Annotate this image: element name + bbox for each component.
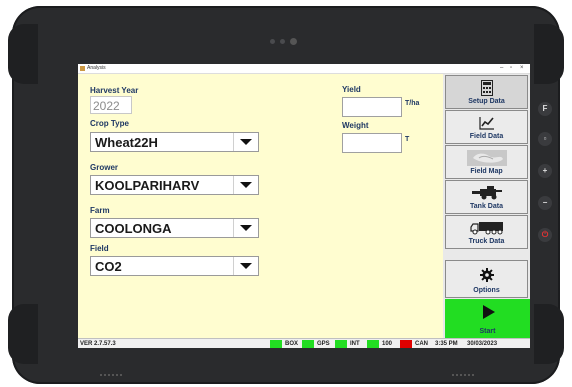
- options-label: Options: [473, 287, 500, 294]
- crop-type-dropdown[interactable]: Wheat22H: [90, 132, 259, 152]
- setup-data-button[interactable]: Setup Data: [445, 75, 528, 109]
- int-indicator: [335, 340, 347, 348]
- sensor-dot: [280, 39, 285, 44]
- app-icon: [80, 66, 85, 71]
- field-dropdown[interactable]: CO2: [90, 256, 259, 276]
- start-label: Start: [479, 328, 496, 335]
- truck-data-button[interactable]: Truck Data: [445, 215, 528, 249]
- grip-dots: [452, 374, 476, 376]
- weight-field[interactable]: [342, 133, 402, 153]
- start-button[interactable]: Start: [445, 299, 530, 338]
- harvest-year-label: Harvest Year: [90, 86, 139, 95]
- hardware-key[interactable]: ▫: [538, 132, 552, 146]
- int-label: INT: [350, 341, 360, 347]
- can-label: CAN: [415, 341, 428, 347]
- field-data-button[interactable]: Field Data: [445, 110, 528, 144]
- field-value: CO2: [95, 259, 122, 274]
- grower-label: Grower: [90, 163, 119, 172]
- tank-data-button[interactable]: Tank Data: [445, 180, 528, 214]
- truck-icon: [446, 219, 527, 237]
- box-indicator: [270, 340, 282, 348]
- minimize-button[interactable]: –: [500, 64, 503, 73]
- corner-bumper: [8, 304, 38, 364]
- gear-icon: [446, 266, 527, 284]
- gps-label: GPS: [317, 341, 330, 347]
- play-icon: [483, 305, 495, 319]
- farm-dropdown[interactable]: COOLONGA: [90, 218, 259, 238]
- title-bar: Analysis – ▫ ×: [78, 64, 530, 74]
- can-indicator: [400, 340, 412, 348]
- volume-down-key[interactable]: −: [538, 196, 552, 210]
- yield-label: Yield: [342, 85, 361, 94]
- close-button[interactable]: ×: [520, 64, 524, 73]
- date-text: 30/03/2023: [467, 341, 498, 347]
- version-text: VER 2.7.57.3: [80, 341, 116, 347]
- harvest-year-field[interactable]: 2022: [90, 96, 132, 114]
- box-label: BOX: [285, 341, 299, 347]
- calculator-icon: [446, 79, 527, 97]
- tank-data-label: Tank Data: [470, 203, 503, 210]
- time-text: 3:35 PM: [435, 341, 458, 347]
- map-icon: [446, 149, 527, 167]
- weight-unit: T: [405, 136, 410, 143]
- field-map-button[interactable]: Field Map: [445, 145, 528, 179]
- chevron-down-icon[interactable]: [233, 257, 258, 275]
- weight-label: Weight: [342, 121, 369, 130]
- power-key[interactable]: ⏻: [538, 228, 552, 242]
- grip-dots: [100, 374, 124, 376]
- chevron-down-icon[interactable]: [233, 219, 258, 237]
- gps-indicator: [302, 340, 314, 348]
- corner-bumper: [8, 24, 38, 84]
- setup-data-label: Setup Data: [468, 98, 505, 105]
- window-title: Analysis: [87, 65, 106, 71]
- chevron-down-icon[interactable]: [233, 176, 258, 194]
- sensor-dot: [270, 39, 275, 44]
- chevron-down-icon[interactable]: [233, 133, 258, 151]
- grower-value: KOOLPARIHARV: [95, 178, 200, 193]
- chart-icon: [446, 114, 527, 132]
- status-bar: VER 2.7.57.3 BOX GPS INT 100 CAN 3:35 PM…: [78, 338, 530, 348]
- options-button[interactable]: Options: [445, 260, 528, 298]
- yield-unit: T/ha: [405, 100, 420, 107]
- yield-field[interactable]: [342, 97, 402, 117]
- f-key[interactable]: F: [538, 102, 552, 116]
- crop-type-label: Crop Type: [90, 119, 129, 128]
- corner-bumper: [534, 304, 564, 364]
- farm-label: Farm: [90, 206, 110, 215]
- grower-dropdown[interactable]: KOOLPARIHARV: [90, 175, 259, 195]
- num-label: 100: [382, 341, 393, 347]
- crop-type-value: Wheat22H: [95, 135, 158, 150]
- num-indicator: [367, 340, 379, 348]
- field-data-label: Field Data: [469, 133, 504, 140]
- app-screen: Analysis – ▫ × Harvest Year 2022 Crop Ty…: [78, 64, 530, 348]
- corner-bumper: [534, 24, 564, 84]
- tablet-frame: F ▫ + − ⏻ Analysis – ▫ × Harvest Year 20…: [8, 6, 564, 384]
- field-map-label: Field Map: [470, 168, 503, 175]
- truck-data-label: Truck Data: [468, 238, 505, 245]
- harvester-icon: [446, 184, 527, 202]
- field-label: Field: [90, 244, 109, 253]
- volume-up-key[interactable]: +: [538, 164, 552, 178]
- maximize-button[interactable]: ▫: [510, 64, 512, 73]
- camera-icon: [290, 38, 297, 45]
- farm-value: COOLONGA: [95, 221, 172, 236]
